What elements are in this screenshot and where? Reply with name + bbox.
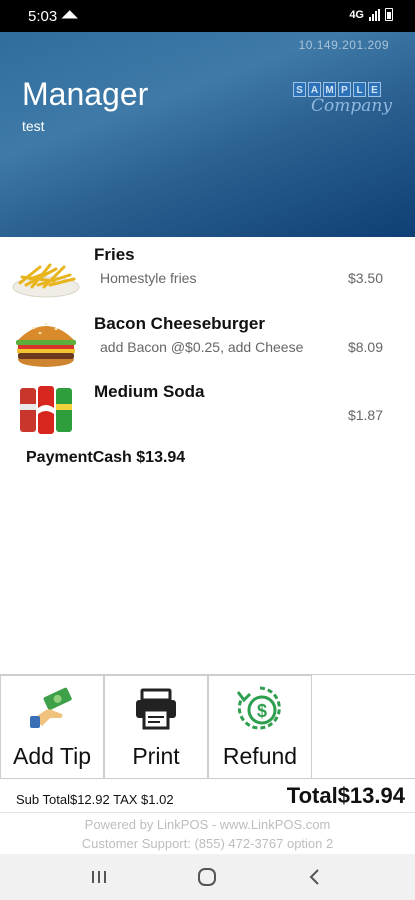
order-list[interactable]: Fries Homestyle fries $3.50 Bacon Cheese… bbox=[0, 237, 415, 674]
order-item[interactable]: Medium Soda $1.87 bbox=[0, 378, 415, 446]
logo-letter: S bbox=[293, 82, 306, 97]
notification-icon: ◢◣ bbox=[62, 9, 78, 20]
logo-letter: M bbox=[323, 82, 336, 97]
print-label: Print bbox=[132, 743, 180, 769]
page-title: Manager bbox=[22, 76, 149, 112]
refund-button[interactable]: $ Refund bbox=[208, 675, 312, 779]
company-logo: S A M P L E Company bbox=[293, 82, 395, 116]
recent-apps-icon[interactable] bbox=[84, 864, 114, 890]
print-button[interactable]: Print bbox=[104, 675, 208, 779]
sub-total-tax: Sub Total$12.92 TAX $1.02 bbox=[16, 792, 174, 807]
item-price: $3.50 bbox=[347, 270, 383, 286]
grand-total: Total$13.94 bbox=[286, 783, 405, 808]
payment-line: PaymentCash $13.94 bbox=[26, 449, 186, 466]
item-description: Homestyle fries bbox=[100, 270, 197, 286]
hand-money-icon bbox=[30, 687, 72, 728]
refund-icon: $ bbox=[236, 686, 281, 730]
powered-by-text: Powered by LinkPOS - www.LinkPOS.com bbox=[84, 817, 331, 832]
status-time: 5:03 bbox=[28, 8, 58, 25]
logo-letter: P bbox=[338, 82, 351, 97]
footer: Powered by LinkPOS - www.LinkPOS.com Cus… bbox=[0, 812, 415, 854]
soda-cans-icon bbox=[20, 386, 72, 434]
action-bar: Add Tip Print $ Refund bbox=[0, 674, 415, 779]
order-item[interactable]: Bacon Cheeseburger add Bacon @$0.25, add… bbox=[0, 310, 415, 378]
item-name: Bacon Cheeseburger bbox=[94, 314, 265, 333]
fries-icon bbox=[12, 263, 80, 298]
printer-icon bbox=[136, 688, 176, 730]
order-item[interactable]: Fries Homestyle fries $3.50 bbox=[0, 241, 415, 309]
back-icon[interactable] bbox=[300, 864, 330, 890]
item-description: add Bacon @$0.25, add Cheese bbox=[100, 339, 304, 355]
item-price: $8.09 bbox=[347, 339, 383, 355]
ip-address: 10.149.201.209 bbox=[298, 38, 389, 52]
support-text: Customer Support: (855) 472-3767 option … bbox=[81, 836, 334, 851]
item-name: Fries bbox=[94, 245, 135, 264]
add-tip-label: Add Tip bbox=[13, 743, 91, 769]
svg-text:$: $ bbox=[257, 701, 267, 721]
item-name: Medium Soda bbox=[94, 382, 205, 401]
logo-letter: E bbox=[368, 82, 381, 97]
totals-bar: Sub Total$12.92 TAX $1.02 Total$13.94 bbox=[0, 778, 415, 812]
burger-icon bbox=[16, 323, 76, 367]
logo-script: Company bbox=[311, 96, 392, 116]
item-price: $1.87 bbox=[347, 407, 383, 423]
status-indicators: 4G bbox=[349, 8, 393, 21]
refund-label: Refund bbox=[222, 743, 298, 769]
home-icon[interactable] bbox=[192, 864, 222, 890]
page-subtitle: test bbox=[22, 118, 45, 134]
battery-icon bbox=[385, 8, 393, 21]
signal-icon bbox=[369, 8, 380, 21]
header-banner: 10.149.201.209 Manager test S A M P L E … bbox=[0, 32, 415, 237]
status-bar: 5:03 ◢◣ 4G bbox=[0, 0, 415, 32]
network-type: 4G bbox=[349, 8, 364, 21]
add-tip-button[interactable]: Add Tip bbox=[0, 675, 104, 779]
logo-letter: L bbox=[353, 82, 366, 97]
logo-letter: A bbox=[308, 82, 321, 97]
system-nav-bar bbox=[0, 854, 415, 900]
